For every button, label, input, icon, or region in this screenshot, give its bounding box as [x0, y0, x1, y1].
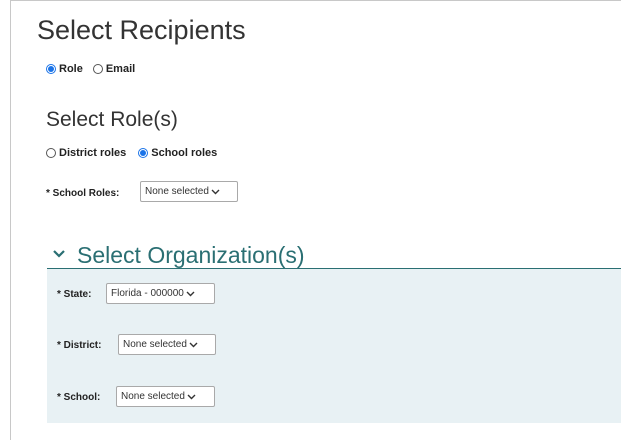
school-field-label: * School: [57, 392, 101, 403]
radio-option-role[interactable]: Role [46, 63, 83, 75]
school-roles-select-value: None selected [145, 186, 209, 197]
chevron-down-icon [186, 291, 195, 296]
radio-option-school-roles[interactable]: School roles [138, 147, 217, 159]
district-roles-radio[interactable] [46, 148, 56, 158]
select-organizations-heading: Select Organization(s) [77, 242, 305, 268]
radio-option-district-roles[interactable]: District roles [46, 147, 126, 159]
email-radio-label: Email [105, 63, 136, 75]
state-field-label: * State: [57, 289, 92, 300]
school-select-value: None selected [121, 391, 185, 402]
chevron-down-icon [187, 394, 196, 399]
organization-section-header[interactable]: Select Organization(s) [47, 240, 621, 269]
district-select-value: None selected [123, 339, 187, 350]
school-roles-radio[interactable] [138, 148, 149, 158]
chevron-down-icon [211, 189, 220, 194]
email-radio[interactable] [92, 64, 103, 74]
chevron-down-icon [189, 342, 198, 347]
school-roles-select[interactable]: None selected [140, 181, 238, 202]
district-roles-label: District roles [59, 147, 127, 159]
role-radio-label: Role [59, 63, 83, 75]
select-roles-heading: Select Role(s) [46, 108, 178, 131]
school-roles-field-label: * School Roles: [46, 188, 120, 199]
school-select[interactable]: None selected [116, 386, 215, 407]
district-field-label: * District: [57, 340, 102, 351]
chevron-down-icon[interactable] [52, 249, 66, 259]
state-select-value: Florida - 000000 [111, 288, 184, 299]
radio-option-email[interactable]: Email [92, 63, 136, 75]
school-roles-label: School roles [151, 147, 218, 159]
select-recipients-heading: Select Recipients [37, 15, 246, 45]
role-radio[interactable] [46, 64, 56, 74]
role-scope-radio-group: District roles School roles [46, 147, 227, 159]
district-select[interactable]: None selected [118, 334, 216, 355]
recipient-type-radio-group: Role Email [46, 63, 145, 75]
state-select[interactable]: Florida - 000000 [106, 283, 215, 304]
